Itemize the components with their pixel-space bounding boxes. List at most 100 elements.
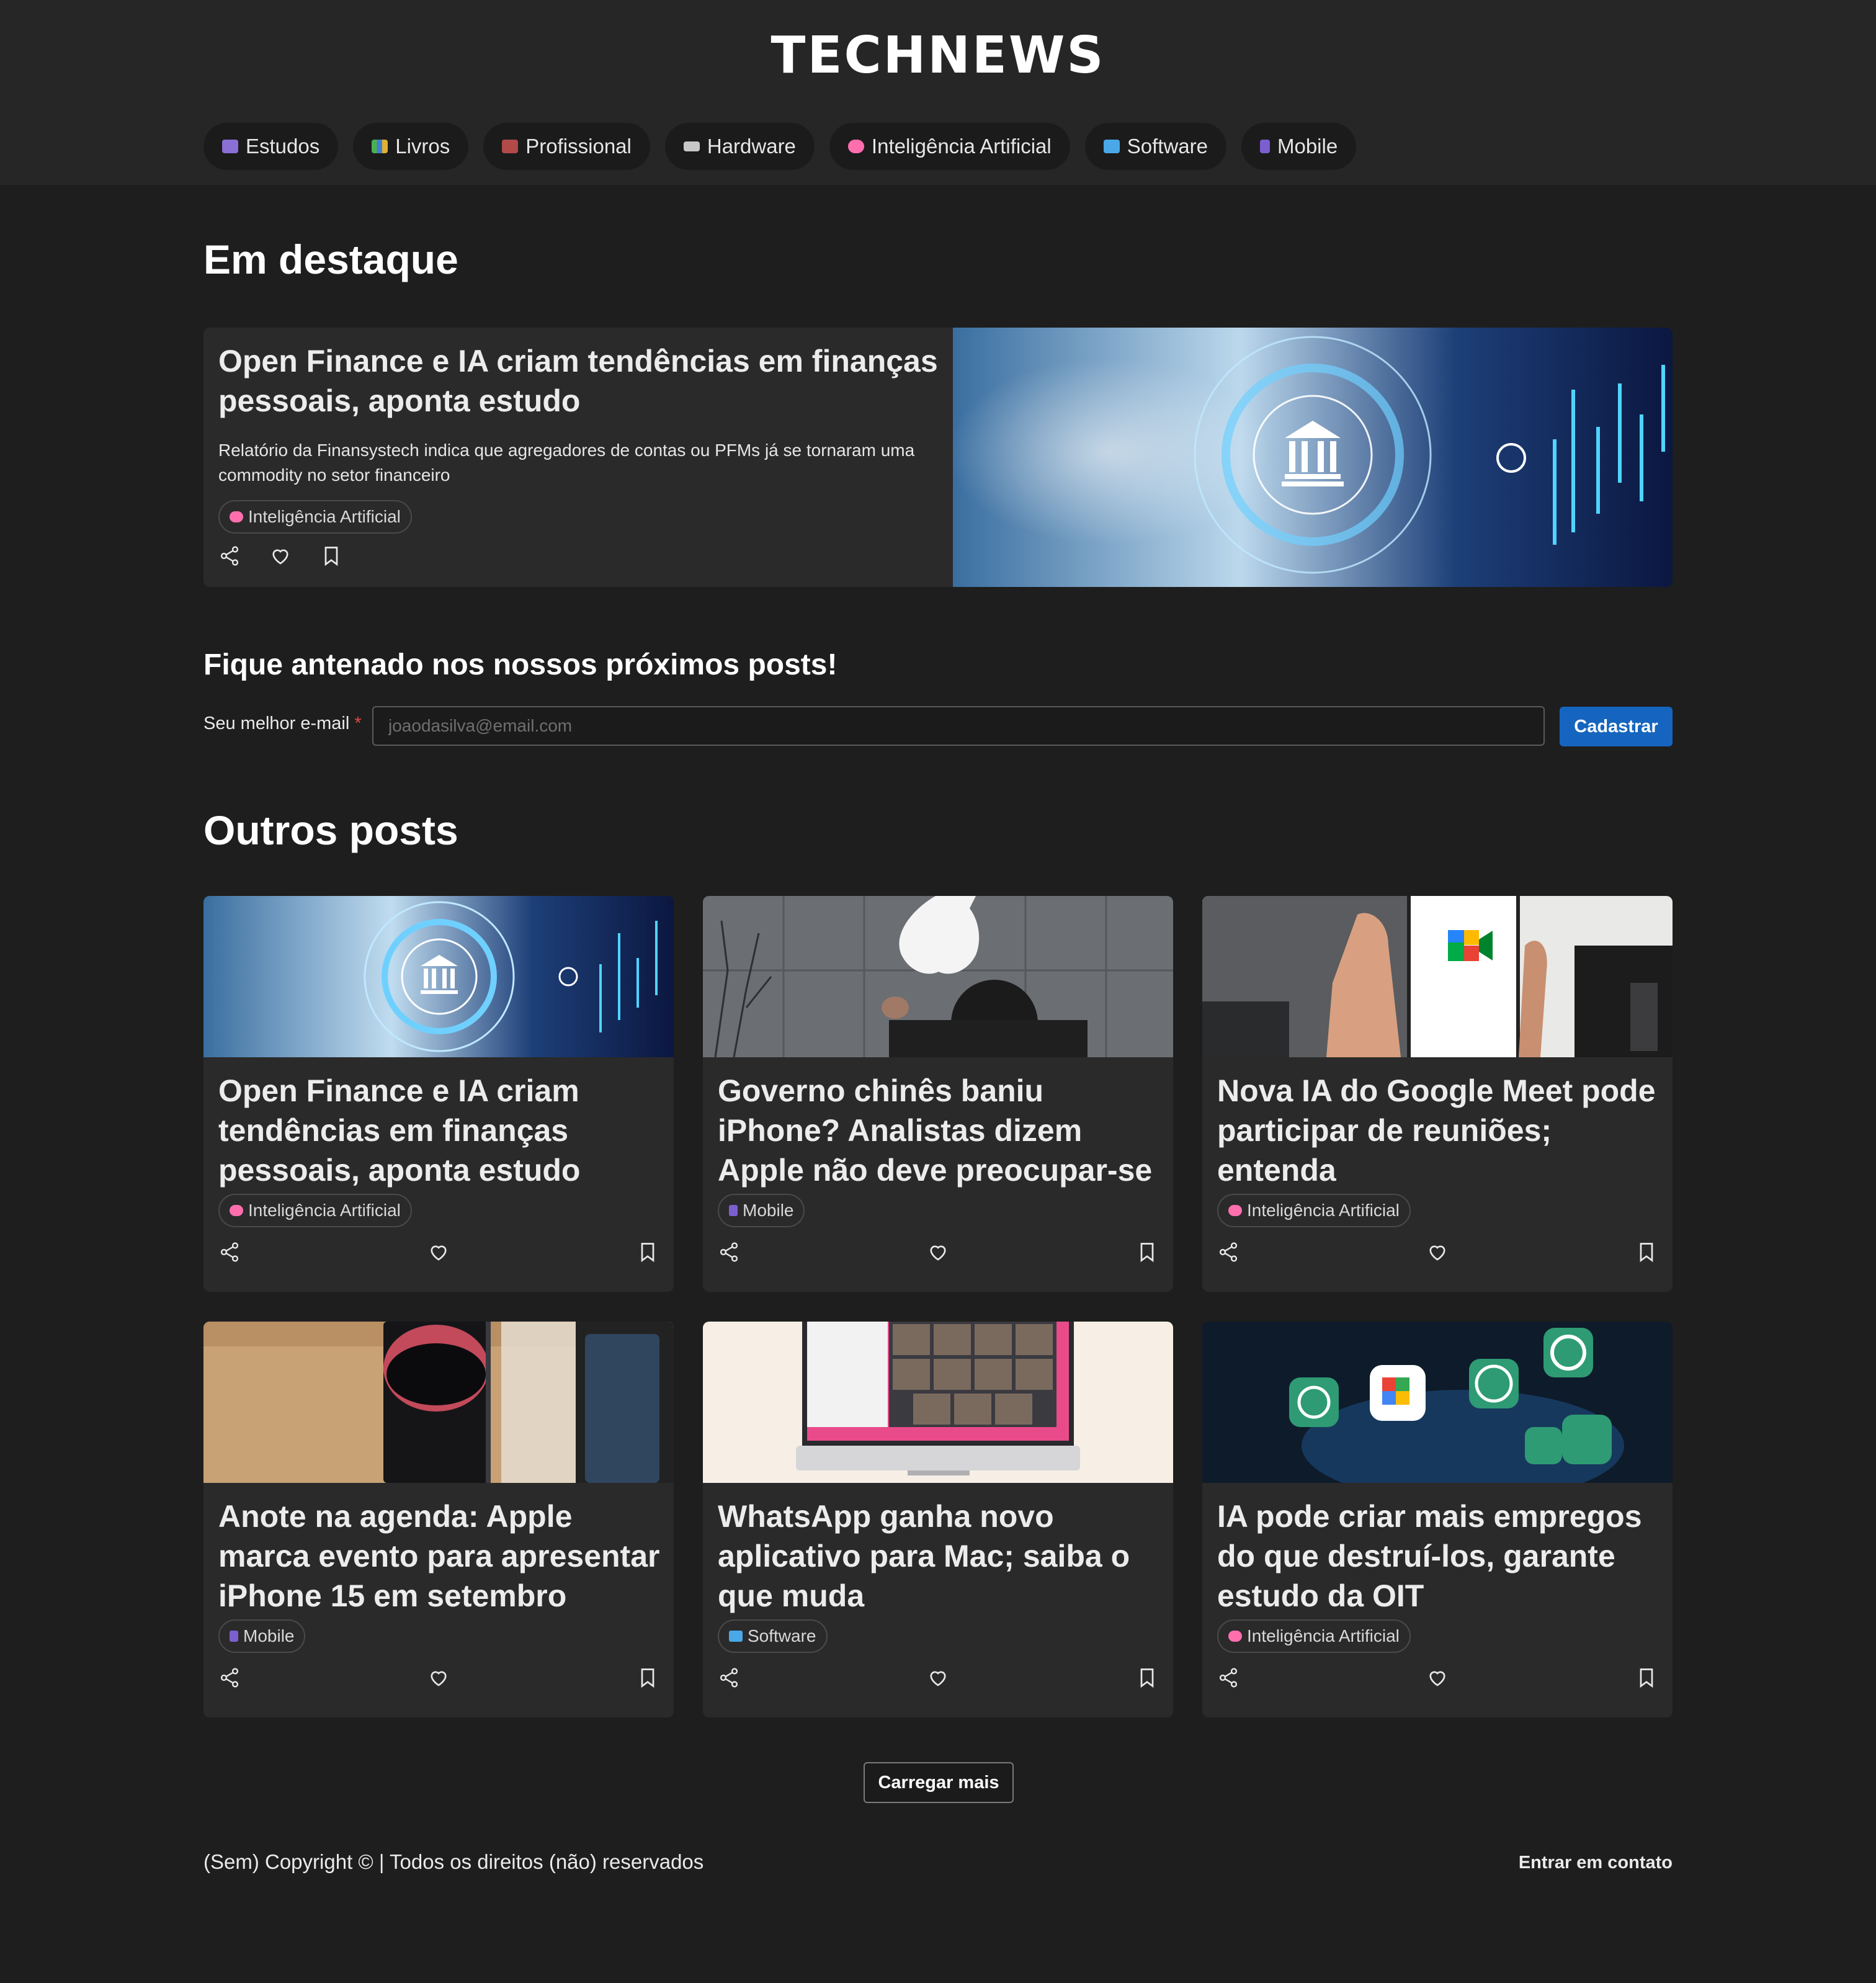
share-icon[interactable] <box>1217 1241 1240 1263</box>
share-icon[interactable] <box>1217 1667 1240 1689</box>
post-actions <box>718 1667 1158 1689</box>
share-icon[interactable] <box>218 1241 241 1263</box>
post-tag-wrap: Software <box>718 1619 828 1653</box>
post-title[interactable]: Nova IA do Google Meet pode participar d… <box>1217 1071 1661 1190</box>
heart-icon[interactable] <box>1426 1667 1449 1689</box>
bookmark-icon[interactable] <box>1635 1241 1658 1263</box>
bookmark-icon[interactable] <box>1136 1241 1158 1263</box>
tag-label: Inteligência Artificial <box>1247 1201 1400 1220</box>
load-more-button[interactable]: Carregar mais <box>864 1762 1014 1803</box>
share-icon[interactable] <box>218 1667 241 1689</box>
mobile-phone-icon <box>729 1205 738 1216</box>
site-header: TECHNEWS Estudos Livros Profissional Har… <box>0 0 1876 185</box>
category-estudos[interactable]: Estudos <box>203 123 339 170</box>
category-label: Software <box>1127 135 1208 158</box>
post-image[interactable] <box>203 1322 674 1483</box>
share-icon[interactable] <box>718 1667 740 1689</box>
category-hardware[interactable]: Hardware <box>664 123 815 170</box>
post-image[interactable] <box>1202 1322 1673 1502</box>
heart-icon[interactable] <box>927 1241 949 1263</box>
category-mobile[interactable]: Mobile <box>1241 123 1357 170</box>
brain-icon <box>230 1205 243 1216</box>
category-label: Livros <box>395 135 450 158</box>
post-tag-wrap: Inteligência Artificial <box>1217 1194 1411 1227</box>
tag-label: Mobile <box>743 1201 794 1220</box>
post-card[interactable]: Nova IA do Google Meet pode participar d… <box>1202 896 1673 1292</box>
category-livros[interactable]: Livros <box>353 123 469 170</box>
bookmark-icon[interactable] <box>636 1667 659 1689</box>
share-icon[interactable] <box>218 545 241 567</box>
laptop-icon <box>729 1631 743 1642</box>
heart-icon[interactable] <box>927 1667 949 1689</box>
category-inteligencia-artificial[interactable]: Inteligência Artificial <box>829 123 1070 170</box>
post-card[interactable]: Anote na agenda: Apple marca evento para… <box>203 1322 674 1717</box>
bookmark-icon[interactable] <box>1635 1667 1658 1689</box>
category-label: Mobile <box>1277 135 1338 158</box>
contact-link[interactable]: Entrar em contato <box>1519 1853 1673 1873</box>
category-nav: Estudos Livros Profissional Hardware Int… <box>203 123 1357 170</box>
category-tag[interactable]: Software <box>718 1619 828 1653</box>
post-card[interactable]: Governo chinês baniu iPhone? Analistas d… <box>703 896 1173 1292</box>
bookmark-icon[interactable] <box>320 545 342 567</box>
category-tag[interactable]: Inteligência Artificial <box>218 1194 412 1227</box>
post-title[interactable]: Anote na agenda: Apple marca evento para… <box>218 1497 663 1616</box>
tag-label: Software <box>748 1626 816 1645</box>
post-card[interactable]: IA pode criar mais empregos do que destr… <box>1202 1322 1673 1717</box>
required-mark: * <box>354 714 362 733</box>
category-tag[interactable]: Mobile <box>218 1619 306 1653</box>
mobile-phone-icon <box>230 1631 238 1642</box>
post-actions <box>218 1667 659 1689</box>
category-label: Hardware <box>707 135 796 158</box>
post-card[interactable]: Open Finance e IA criam tendências em fi… <box>203 896 674 1292</box>
brain-icon <box>847 140 864 153</box>
tag-label: Inteligência Artificial <box>248 507 401 526</box>
brain-icon <box>230 511 243 522</box>
category-tag[interactable]: Inteligência Artificial <box>1217 1619 1411 1653</box>
category-profissional[interactable]: Profissional <box>483 123 650 170</box>
brain-icon <box>1228 1205 1242 1216</box>
site-logo[interactable]: TECHNEWS <box>0 26 1876 85</box>
heart-icon[interactable] <box>427 1241 450 1263</box>
featured-post[interactable]: Open Finance e IA criam tendências em fi… <box>203 328 1673 587</box>
featured-description: Relatório da Finansystech indica que agr… <box>218 441 915 485</box>
featured-title[interactable]: Open Finance e IA criam tendências em fi… <box>218 341 938 421</box>
email-input[interactable] <box>372 706 1545 746</box>
featured-image[interactable] <box>947 328 1673 587</box>
category-label: Estudos <box>246 135 320 158</box>
graduation-cap-icon <box>222 140 238 153</box>
post-actions <box>718 1241 1158 1263</box>
post-tag-wrap: Mobile <box>218 1619 306 1653</box>
featured-actions <box>218 545 938 567</box>
category-label: Profissional <box>525 135 632 158</box>
heart-icon[interactable] <box>269 545 292 567</box>
post-actions <box>218 1241 659 1263</box>
tag-label: Inteligência Artificial <box>1247 1626 1400 1645</box>
briefcase-icon <box>502 140 519 153</box>
footer-copyright: (Sem) Copyright © | Todos os direitos (n… <box>203 1850 704 1873</box>
brain-icon <box>1228 1631 1242 1642</box>
heart-icon[interactable] <box>427 1667 450 1689</box>
category-tag[interactable]: Mobile <box>718 1194 805 1227</box>
tag-label: Inteligência Artificial <box>248 1201 401 1220</box>
subscribe-button[interactable]: Cadastrar <box>1560 707 1673 746</box>
post-card[interactable]: WhatsApp ganha novo aplicativo para Mac;… <box>703 1322 1173 1717</box>
post-title[interactable]: Open Finance e IA criam tendências em fi… <box>218 1071 663 1190</box>
post-title[interactable]: Governo chinês baniu iPhone? Analistas d… <box>718 1071 1162 1190</box>
post-image[interactable] <box>703 1322 1173 1483</box>
post-title[interactable]: IA pode criar mais empregos do que destr… <box>1217 1497 1661 1616</box>
share-icon[interactable] <box>718 1241 740 1263</box>
bookmark-icon[interactable] <box>1136 1667 1158 1689</box>
category-tag[interactable]: Inteligência Artificial <box>1217 1194 1411 1227</box>
heart-icon[interactable] <box>1426 1241 1449 1263</box>
post-image[interactable] <box>703 896 1173 1067</box>
books-icon <box>372 140 388 153</box>
post-image[interactable] <box>203 896 674 1057</box>
mobile-phone-icon <box>1259 140 1270 153</box>
newsletter-heading: Fique antenado nos nossos próximos posts… <box>203 648 838 681</box>
post-title[interactable]: WhatsApp ganha novo aplicativo para Mac;… <box>718 1497 1162 1616</box>
post-image[interactable] <box>1202 896 1673 1057</box>
category-software[interactable]: Software <box>1084 123 1226 170</box>
bookmark-icon[interactable] <box>636 1241 659 1263</box>
category-tag[interactable]: Inteligência Artificial <box>218 500 412 534</box>
other-posts-heading: Outros posts <box>203 807 458 853</box>
